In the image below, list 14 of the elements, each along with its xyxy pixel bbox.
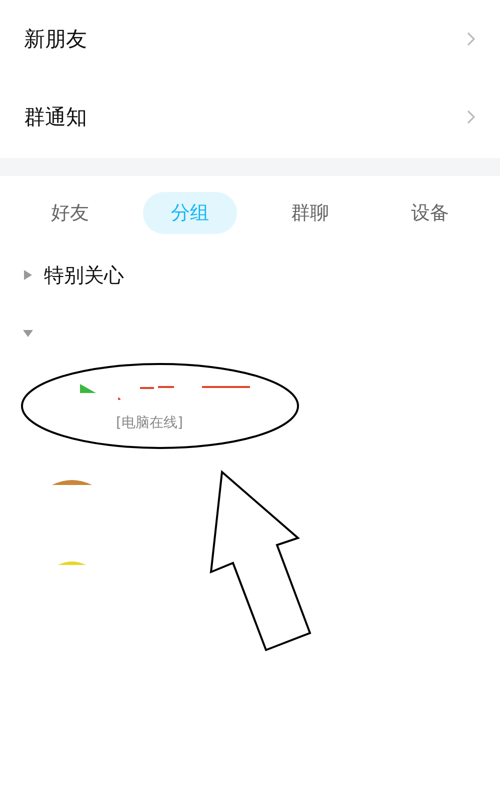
avatar-fragment-drawing xyxy=(58,560,86,566)
tab[interactable]: 群聊 xyxy=(263,192,357,234)
avatar-fragment-drawing xyxy=(52,478,94,486)
menu-label[interactable]: 群通知 xyxy=(24,103,87,131)
expanded-triangle-icon[interactable] xyxy=(22,327,34,339)
menu-label[interactable]: 新朋友 xyxy=(24,25,87,53)
collapsed-triangle-icon[interactable] xyxy=(22,269,34,281)
avatar-fragment-drawing xyxy=(78,384,98,394)
group-label[interactable]: 特别关心 xyxy=(44,262,124,288)
tab[interactable]: 设备 xyxy=(383,192,477,234)
chevron-icon xyxy=(466,31,476,47)
status-text: [电脑在线] xyxy=(116,414,184,433)
chevron-icon xyxy=(466,109,476,125)
tab[interactable]: 好友 xyxy=(23,192,117,234)
